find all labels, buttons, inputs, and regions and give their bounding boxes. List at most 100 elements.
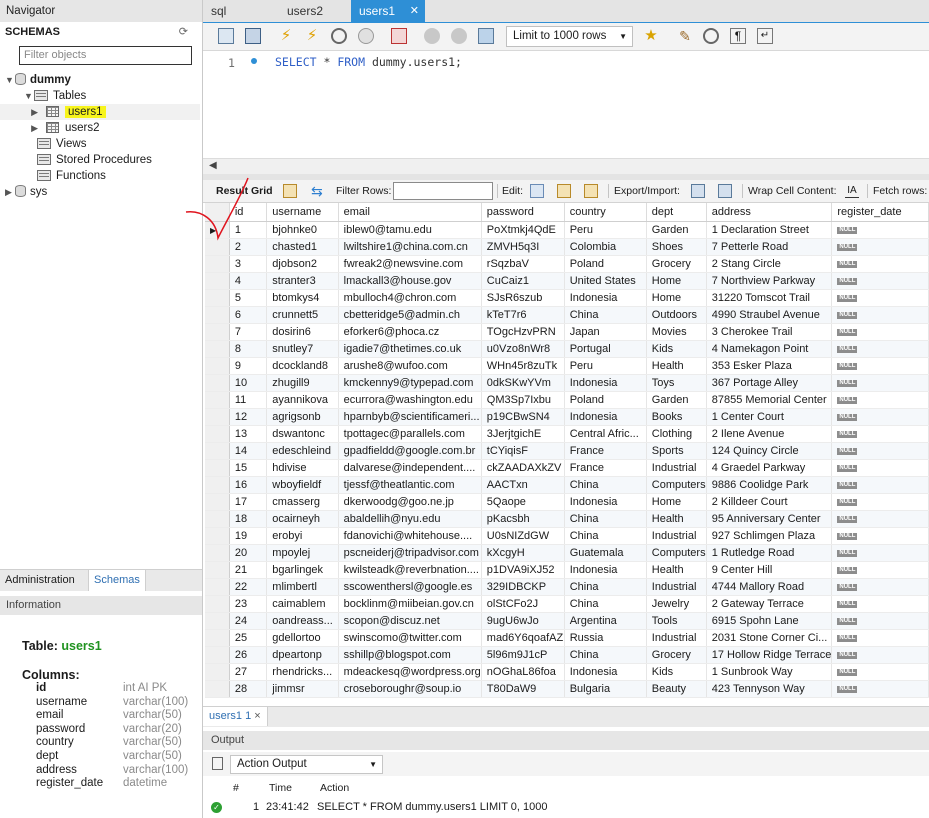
- table-cell[interactable]: Kids: [646, 340, 707, 358]
- table-cell[interactable]: Indonesia: [564, 374, 647, 392]
- table-cell[interactable]: Portugal: [564, 340, 647, 358]
- table-cell[interactable]: Poland: [564, 391, 647, 409]
- table-cell[interactable]: NULL: [831, 340, 929, 358]
- table-cell[interactable]: 4990 Straubel Avenue: [706, 306, 833, 324]
- sql-statement[interactable]: SELECT * FROM dummy.users1;: [275, 55, 462, 69]
- table-cell[interactable]: kmckenny9@typepad.com: [338, 374, 482, 392]
- row-header[interactable]: [205, 374, 230, 392]
- table-cell[interactable]: NULL: [831, 493, 929, 511]
- tab-users1[interactable]: users1 ✕: [351, 0, 425, 22]
- table-cell[interactable]: NULL: [831, 612, 929, 630]
- sql-editor[interactable]: 1 SELECT * FROM dummy.users1;: [203, 51, 929, 158]
- table-cell[interactable]: China: [564, 578, 647, 596]
- table-cell[interactable]: NULL: [831, 629, 929, 647]
- table-cell[interactable]: ocairneyh: [266, 510, 339, 528]
- close-icon[interactable]: ✕: [410, 0, 419, 22]
- table-row[interactable]: 14 edeschleind gpadfieldd@google.com.br tCY…: [205, 442, 929, 460]
- table-cell[interactable]: Computers: [646, 476, 707, 494]
- table-cell[interactable]: Sports: [646, 442, 707, 460]
- table-cell[interactable]: 1 Rutledge Road: [706, 544, 833, 562]
- table-cell[interactable]: China: [564, 510, 647, 528]
- table-cell[interactable]: Books: [646, 408, 707, 426]
- tree-item-users2[interactable]: ▶ users2: [0, 120, 100, 136]
- table-cell[interactable]: gpadfieldd@google.com.br: [338, 442, 482, 460]
- table-cell[interactable]: Industrial: [646, 629, 707, 647]
- table-cell[interactable]: 15: [229, 459, 268, 477]
- table-cell[interactable]: Health: [646, 510, 707, 528]
- table-cell[interactable]: 9886 Coolidge Park: [706, 476, 833, 494]
- row-header[interactable]: [205, 408, 230, 426]
- table-cell[interactable]: 329IDBCKP: [481, 578, 565, 596]
- table-cell[interactable]: snutley7: [266, 340, 339, 358]
- table-cell[interactable]: dpeartonp: [266, 646, 339, 664]
- table-cell[interactable]: 22: [229, 578, 268, 596]
- table-cell[interactable]: Bulgaria: [564, 680, 647, 698]
- table-cell[interactable]: NULL: [831, 408, 929, 426]
- table-cell[interactable]: 5Qaope: [481, 493, 565, 511]
- table-cell[interactable]: 4: [229, 272, 268, 290]
- filter-objects-input[interactable]: Filter objects: [19, 46, 192, 65]
- table-cell[interactable]: Outdoors: [646, 306, 707, 324]
- table-cell[interactable]: China: [564, 595, 647, 613]
- table-cell[interactable]: 25: [229, 629, 268, 647]
- table-row[interactable]: 5 btomkys4 mbulloch4@chron.com SJsR6szub Ind…: [205, 289, 929, 307]
- table-cell[interactable]: Indonesia: [564, 408, 647, 426]
- table-cell[interactable]: jimmsr: [266, 680, 339, 698]
- table-row[interactable]: 11 ayannikova ecurrora@washington.edu QM3Sp…: [205, 391, 929, 409]
- table-cell[interactable]: NULL: [831, 459, 929, 477]
- table-cell[interactable]: China: [564, 476, 647, 494]
- table-row[interactable]: 19 erobyi fdanovichi@whitehouse.... U0sNIZd…: [205, 527, 929, 545]
- table-cell[interactable]: tjessf@theatlantic.com: [338, 476, 482, 494]
- limit-rows-select[interactable]: Limit to 1000 rows ▼: [506, 26, 633, 47]
- table-cell[interactable]: pKacsbh: [481, 510, 565, 528]
- table-cell[interactable]: NULL: [831, 646, 929, 664]
- table-cell[interactable]: rSqzbaV: [481, 255, 565, 273]
- column-header-username[interactable]: username: [266, 203, 339, 222]
- table-cell[interactable]: pscneiderj@tripadvisor.com: [338, 544, 482, 562]
- wrap-cell-icon[interactable]: IA: [845, 184, 859, 198]
- table-cell[interactable]: NULL: [831, 323, 929, 341]
- table-cell[interactable]: 7: [229, 323, 268, 341]
- table-row[interactable]: 2 chasted1 lwiltshire1@china.com.cn ZMVH5q3…: [205, 238, 929, 256]
- table-cell[interactable]: 13: [229, 425, 268, 443]
- table-cell[interactable]: arushe8@wufoo.com: [338, 357, 482, 375]
- table-cell[interactable]: cbetteridge5@admin.ch: [338, 306, 482, 324]
- table-cell[interactable]: Computers: [646, 544, 707, 562]
- table-cell[interactable]: 6915 Spohn Lane: [706, 612, 833, 630]
- table-cell[interactable]: 18: [229, 510, 268, 528]
- table-cell[interactable]: 7 Northview Parkway: [706, 272, 833, 290]
- table-cell[interactable]: 21: [229, 561, 268, 579]
- table-cell[interactable]: 2 Stang Circle: [706, 255, 833, 273]
- tree-item-views[interactable]: Views: [37, 136, 86, 152]
- table-row[interactable]: 10 zhugill9 kmckenny9@typepad.com 0dkSKwYVm…: [205, 374, 929, 392]
- table-row[interactable]: 9 dcockland8 arushe8@wufoo.com WHn45r8zuTk P…: [205, 357, 929, 375]
- table-cell[interactable]: Garden: [646, 391, 707, 409]
- table-cell[interactable]: Japan: [564, 323, 647, 341]
- table-cell[interactable]: NULL: [831, 442, 929, 460]
- table-cell[interactable]: 9: [229, 357, 268, 375]
- expand-icon[interactable]: ▼: [24, 88, 34, 104]
- table-cell[interactable]: ayannikova: [266, 391, 339, 409]
- table-cell[interactable]: p19CBwSN4: [481, 408, 565, 426]
- table-cell[interactable]: 19: [229, 527, 268, 545]
- table-cell[interactable]: 5: [229, 289, 268, 307]
- table-row[interactable]: 4 stranter3 lmackall3@house.gov CuCaiz1 Unit…: [205, 272, 929, 290]
- table-cell[interactable]: Central Afric...: [564, 425, 647, 443]
- table-cell[interactable]: mpoylej: [266, 544, 339, 562]
- table-cell[interactable]: 6: [229, 306, 268, 324]
- table-cell[interactable]: 14: [229, 442, 268, 460]
- table-cell[interactable]: 95 Anniversary Center: [706, 510, 833, 528]
- table-row[interactable]: 16 wboyfieldf tjessf@theatlantic.com AACTxn…: [205, 476, 929, 494]
- table-cell[interactable]: 27: [229, 663, 268, 681]
- table-cell[interactable]: SJsR6szub: [481, 289, 565, 307]
- table-cell[interactable]: NULL: [831, 238, 929, 256]
- output-row-action[interactable]: SELECT * FROM dummy.users1 LIMIT 0, 1000: [317, 799, 547, 816]
- table-cell[interactable]: NULL: [831, 272, 929, 290]
- delete-row-icon[interactable]: [584, 184, 598, 198]
- execute-current-icon[interactable]: ⚡: [304, 28, 320, 44]
- scroll-left-icon[interactable]: ◀: [209, 160, 217, 171]
- table-cell[interactable]: swinscomo@twitter.com: [338, 629, 482, 647]
- table-cell[interactable]: kXcgyH: [481, 544, 565, 562]
- table-cell[interactable]: 1 Declaration Street: [706, 221, 833, 239]
- table-cell[interactable]: cmasserg: [266, 493, 339, 511]
